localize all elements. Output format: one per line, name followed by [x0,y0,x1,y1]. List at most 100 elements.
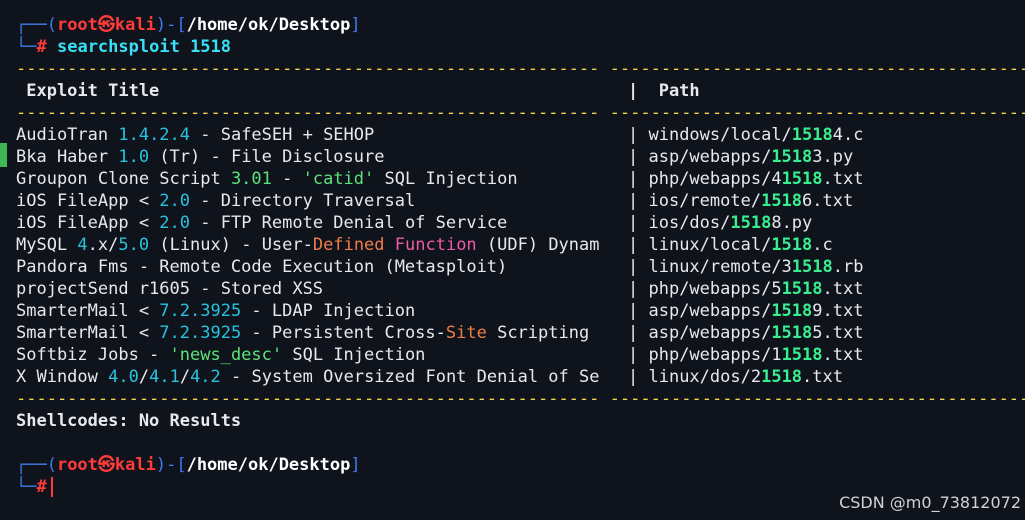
exploit-title-cell: MySQL 4.x/5.0 (Linux) - User-Defined Fun… [16,234,628,256]
title-segment: SQL Injection [282,345,426,365]
path-segment: 1518 [791,125,833,145]
watermark: CSDN @m0_73812072 [839,493,1021,512]
path-cell: windows/local/15184.c [648,125,863,145]
path-segment: .txt [822,169,864,189]
path-segment: linux/local/ [648,235,772,255]
path-segment: .txt [822,345,864,365]
prompt-hash: # [36,477,47,497]
title-segment: (UDF) Dynam [476,235,600,255]
prompt-corner: ┌──( [16,455,57,475]
divider-left: ----------------------------------------… [16,59,600,79]
column-separator: | [628,191,649,211]
path-cell: linux/local/1518.c [648,235,832,255]
title-segment: Pandora Fms - Remote Code Execution (Met… [16,257,508,277]
title-segment: Site [445,323,487,343]
prompt-line-2: ┌──(root㉿kali)-[/home/ok/Desktop] [16,454,361,476]
title-segment: - Persistent Cross- [241,323,446,343]
path-segment: asp/webapps/ [648,301,772,321]
path-cell: asp/webapps/15183.py [648,147,853,167]
command-line: └─# searchsploit 1518 [16,36,231,58]
title-segment: 4.1 [149,367,180,387]
path-segment: ios/remote/ [648,191,762,211]
path-segment: .txt [822,279,864,299]
title-segment: 'catid' [302,169,375,189]
path-segment: 9.txt [812,301,864,321]
prompt-separator: )-[ [155,15,187,35]
title-segment: / [179,367,191,387]
table-row: Softbiz Jobs - 'news_desc' SQL Injection… [16,344,863,366]
column-separator: | [628,323,649,343]
column-separator: | [628,235,649,255]
column-separator: | [628,169,649,189]
prompt-bracket-end: ] [350,15,361,35]
title-segment: 4 [77,235,88,255]
prompt-corner: ┌──( [16,15,57,35]
title-segment: - LDAP Injection [241,301,416,321]
title-segment: iOS FileApp < [16,213,160,233]
prompt-separator: )-[ [155,455,187,475]
title-segment: X Window [16,367,109,387]
path-segment: 1518 [781,279,823,299]
path-segment: 6.txt [802,191,854,211]
path-segment: 3.py [812,147,854,167]
title-segment: - Directory Traversal [190,191,416,211]
path-cell: php/webapps/11518.txt [648,345,863,365]
path-segment: 4 [771,169,782,189]
title-segment: / [138,367,150,387]
input-line[interactable]: └─# [16,476,53,498]
path-segment: 1518 [730,213,772,233]
terminal-window[interactable]: ┌──(root㉿kali)-[/home/ok/Desktop] └─# se… [0,0,1025,520]
path-cell: php/webapps/51518.txt [648,279,863,299]
path-segment: php/webapps/ [648,169,772,189]
path-segment: php/webapps/ [648,279,772,299]
title-segment: 7.2.3925 [159,323,242,343]
prompt-host: kali [114,455,156,475]
path-segment: windows/local/ [648,125,792,145]
path-segment: 1518 [781,169,823,189]
prompt-line-1: ┌──(root㉿kali)-[/home/ok/Desktop] [16,14,361,36]
path-segment: 2 [750,367,762,387]
path-segment: 1518 [781,345,823,365]
title-segment: MySQL [16,235,78,255]
divider-left: ----------------------------------------… [16,103,600,123]
prompt-hash: # [36,37,47,57]
column-separator: | [628,367,649,387]
column-separator: | [628,345,649,365]
path-segment: 1518 [771,147,813,167]
title-segment: .x/ [87,235,119,255]
path-cell: asp/webapps/15185.txt [648,323,863,343]
command-argument: 1518 [190,37,232,57]
path-segment: 5 [771,279,782,299]
divider-right: ----------------------------------------… [609,103,1025,123]
title-segment: Scripting [486,323,590,343]
exploit-title-cell: Bka Haber 1.0 (Tr) - File Disclosure [16,146,628,168]
path-segment: 1 [771,345,782,365]
header-exploit-title: Exploit Title [16,81,160,101]
title-segment: iOS FileApp < [16,191,160,211]
title-segment: projectSend r1605 - Stored XSS [16,279,324,299]
scroll-marker [0,143,7,167]
column-separator: | [628,125,649,145]
exploit-title-cell: Groupon Clone Script 3.01 - 'catid' SQL … [16,168,628,190]
title-segment: 7.2.3925 [159,301,242,321]
path-segment: linux/dos/ [648,367,751,387]
path-segment: .c [812,235,833,255]
title-segment: 4.2 [190,367,221,387]
title-segment: Bka Haber [16,147,119,167]
prompt-path: /home/ok/Desktop [186,455,351,475]
path-cell: linux/dos/21518.txt [648,367,843,387]
table-row: iOS FileApp < 2.0 - FTP Remote Denial of… [16,212,812,234]
path-segment: .txt [802,367,843,387]
table-row: AudioTran 1.4.2.4 - SafeSEH + SEHOP | win… [16,124,863,146]
path-cell: ios/remote/15186.txt [648,191,853,211]
column-separator: | [628,301,649,321]
title-segment: - FTP Remote Denial of Service [190,213,508,233]
prompt-bracket-end: ] [350,455,361,475]
shellcodes-result: Shellcodes: No Results [16,411,242,431]
path-cell: php/webapps/41518.txt [648,169,863,189]
title-segment: - System Oversized Font Denial of Se [220,367,600,387]
text-cursor[interactable] [50,477,53,497]
title-segment: Softbiz Jobs - [16,345,170,365]
table-row: SmarterMail < 7.2.3925 - LDAP Injection |… [16,300,863,322]
title-segment: SmarterMail < [16,301,160,321]
